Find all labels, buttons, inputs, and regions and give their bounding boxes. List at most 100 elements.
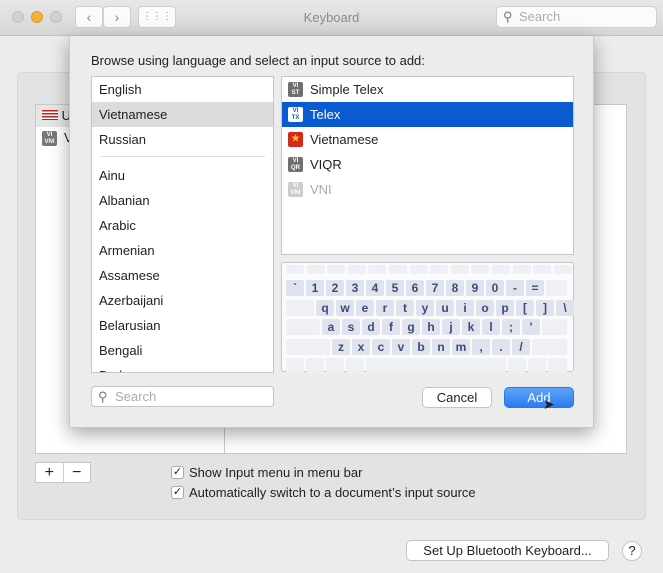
key: . bbox=[492, 338, 510, 355]
key: v bbox=[392, 338, 410, 355]
key: i bbox=[456, 299, 474, 316]
key: s bbox=[342, 319, 360, 335]
language-item[interactable]: Bodo bbox=[92, 363, 273, 372]
keyboard-layout-preview: ` 1 2 3 4 5 6 7 8 9 0- = q w e r t y u i o p[] \ a s d f g h j k l; ' z x c… bbox=[281, 262, 574, 374]
key: 2 bbox=[326, 280, 344, 296]
blank-key bbox=[286, 358, 304, 374]
input-source-item[interactable]: ★ Vietnamese bbox=[282, 127, 573, 152]
add-source-button[interactable]: + bbox=[36, 463, 64, 482]
key: 8 bbox=[446, 280, 464, 296]
blank-key bbox=[389, 265, 407, 274]
blank-key bbox=[286, 265, 304, 274]
search-placeholder: Search bbox=[519, 9, 561, 24]
input-source-label: Telex bbox=[310, 107, 341, 122]
blank-key bbox=[532, 338, 567, 355]
language-item[interactable]: English bbox=[92, 77, 273, 102]
cancel-button[interactable]: Cancel bbox=[422, 387, 492, 408]
blank-key bbox=[346, 358, 364, 374]
vi-vni-icon: VI VNI bbox=[42, 131, 57, 146]
add-remove-buttons: + − bbox=[35, 462, 91, 483]
input-source-item[interactable]: VI VNI VNI bbox=[282, 177, 573, 202]
language-item[interactable]: Russian bbox=[92, 127, 273, 152]
add-button[interactable]: Add bbox=[504, 387, 574, 408]
input-source-item[interactable]: VI QR VIQR bbox=[282, 152, 573, 177]
language-item[interactable]: Assamese bbox=[92, 263, 273, 288]
key: ; bbox=[502, 319, 520, 335]
search-icon: ⚲ bbox=[503, 9, 513, 24]
input-source-item[interactable]: VI ST Simple Telex bbox=[282, 77, 573, 102]
auto-switch-label: Automatically switch to a document’s inp… bbox=[189, 485, 476, 500]
vietnam-flag-icon: ★ bbox=[288, 132, 303, 147]
language-item[interactable]: Armenian bbox=[92, 238, 273, 263]
language-item[interactable]: Azerbaijani bbox=[92, 288, 273, 313]
blank-key bbox=[450, 265, 469, 274]
key: 0 bbox=[486, 280, 504, 296]
bluetooth-keyboard-button[interactable]: Set Up Bluetooth Keyboard... bbox=[406, 540, 609, 561]
checkbox-checked-icon[interactable]: ✓ bbox=[171, 486, 184, 499]
help-button[interactable]: ? bbox=[622, 541, 642, 561]
show-menu-checkbox[interactable]: ✓ Show Input menu in menu bar bbox=[171, 465, 362, 480]
key: u bbox=[436, 299, 454, 316]
key: c bbox=[372, 338, 390, 355]
key: [ bbox=[516, 299, 534, 316]
key: l bbox=[482, 319, 500, 335]
language-item-selected[interactable]: Vietnamese bbox=[92, 102, 273, 127]
input-source-label: Simple Telex bbox=[310, 82, 384, 97]
blank-key bbox=[553, 265, 572, 274]
blank-key bbox=[368, 265, 387, 274]
search-icon: ⚲ bbox=[98, 389, 108, 404]
language-item[interactable]: Belarusian bbox=[92, 313, 273, 338]
key: n bbox=[432, 338, 450, 355]
key: ' bbox=[522, 319, 540, 335]
blank-key bbox=[409, 265, 428, 274]
blank-key bbox=[512, 265, 531, 274]
input-source-label: VNI bbox=[310, 182, 332, 197]
sheet-prompt: Browse using language and select an inpu… bbox=[91, 53, 425, 68]
key: , bbox=[472, 338, 490, 355]
language-item[interactable]: Bengali bbox=[92, 338, 273, 363]
key: e bbox=[356, 299, 374, 316]
blank-key bbox=[528, 358, 546, 374]
checkbox-checked-icon[interactable]: ✓ bbox=[171, 466, 184, 479]
key: ` bbox=[286, 280, 304, 296]
blank-key bbox=[347, 265, 366, 274]
key: 7 bbox=[426, 280, 444, 296]
blank-key bbox=[508, 358, 526, 374]
key: 1 bbox=[306, 280, 324, 296]
input-source-label: VIQR bbox=[310, 157, 342, 172]
input-source-badge-icon: VI ST bbox=[288, 82, 303, 97]
blank-key bbox=[327, 265, 346, 274]
key: 4 bbox=[366, 280, 384, 296]
key: h bbox=[422, 319, 440, 335]
divider bbox=[100, 156, 265, 157]
input-source-badge-icon: VI VNI bbox=[288, 182, 303, 197]
language-item[interactable]: Ainu bbox=[92, 163, 273, 188]
search-input[interactable]: ⚲ Search bbox=[496, 6, 657, 28]
input-source-item[interactable]: VI TX Telex bbox=[282, 102, 573, 127]
auto-switch-checkbox[interactable]: ✓ Automatically switch to a document’s in… bbox=[171, 485, 476, 500]
remove-source-button[interactable]: − bbox=[64, 463, 91, 482]
key: a bbox=[322, 319, 340, 335]
input-source-badge-icon: VI QR bbox=[288, 157, 303, 172]
language-search-input[interactable]: ⚲ Search bbox=[91, 386, 274, 407]
search-placeholder: Search bbox=[115, 389, 157, 404]
key: o bbox=[476, 299, 494, 316]
key: p bbox=[496, 299, 514, 316]
blank-key bbox=[492, 265, 510, 274]
language-list[interactable]: English Vietnamese Russian Ainu Albanian A… bbox=[91, 76, 274, 373]
us-flag-icon bbox=[42, 110, 58, 120]
key: m bbox=[452, 338, 470, 355]
key: 6 bbox=[406, 280, 424, 296]
language-item[interactable]: Albanian bbox=[92, 188, 273, 213]
key: y bbox=[416, 299, 434, 316]
add-input-source-sheet: Browse using language and select an inpu… bbox=[69, 36, 594, 428]
key: x bbox=[352, 338, 370, 355]
key: z bbox=[332, 338, 350, 355]
key: w bbox=[336, 299, 354, 316]
blank-key bbox=[286, 319, 320, 335]
key: t bbox=[396, 299, 414, 316]
language-item[interactable]: Arabic bbox=[92, 213, 273, 238]
input-source-list[interactable]: VI ST Simple Telex VI TX Telex ★ Vietnamese VI QR… bbox=[281, 76, 574, 255]
key: ] bbox=[536, 299, 554, 316]
blank-key bbox=[548, 358, 567, 374]
